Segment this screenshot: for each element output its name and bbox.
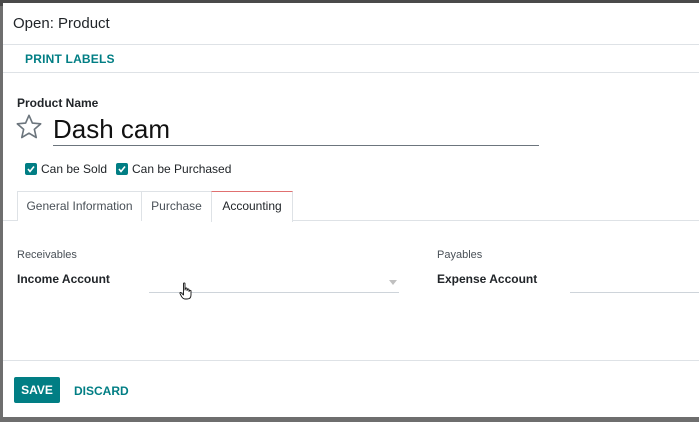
checkmark-icon [27,166,35,173]
product-name-label: Product Name [17,96,99,110]
tab-general-information[interactable]: General Information [17,191,142,221]
product-name-input[interactable]: Dash cam [53,113,539,146]
tab-purchase[interactable]: Purchase [141,191,212,221]
can-be-sold-checkbox-group[interactable]: Can be Sold [25,162,115,178]
receivables-group-title: Receivables [17,249,77,261]
star-icon[interactable] [15,113,43,141]
dialog-control-bar: PRINT LABELS [3,45,699,73]
can-be-purchased-checkbox[interactable] [116,163,128,175]
dialog-footer: SAVE DISCARD [3,360,699,417]
dialog-title: Open: Product [13,15,110,32]
hand-pointer-icon [179,282,192,300]
can-be-sold-checkbox[interactable] [25,163,37,175]
can-be-purchased-label: Can be Purchased [132,162,232,176]
discard-button[interactable]: DISCARD [74,384,129,398]
chevron-down-icon [389,280,397,285]
dialog-header: Open: Product [3,3,699,45]
expense-account-label: Expense Account [437,272,538,286]
checkmark-icon [118,166,126,173]
payables-group-title: Payables [437,249,483,261]
notebook-tabs: General Information Purchase Accounting [3,190,699,222]
tab-accounting[interactable]: Accounting [211,191,293,222]
print-labels-button[interactable]: PRINT LABELS [25,52,115,66]
save-button[interactable]: SAVE [14,377,60,403]
income-account-label: Income Account [17,272,110,286]
expense-account-select[interactable] [570,275,699,293]
can-be-sold-label: Can be Sold [41,162,108,176]
can-be-purchased-checkbox-group[interactable]: Can be Purchased [116,162,236,178]
product-dialog: Open: Product PRINT LABELS Product Name … [3,3,699,417]
